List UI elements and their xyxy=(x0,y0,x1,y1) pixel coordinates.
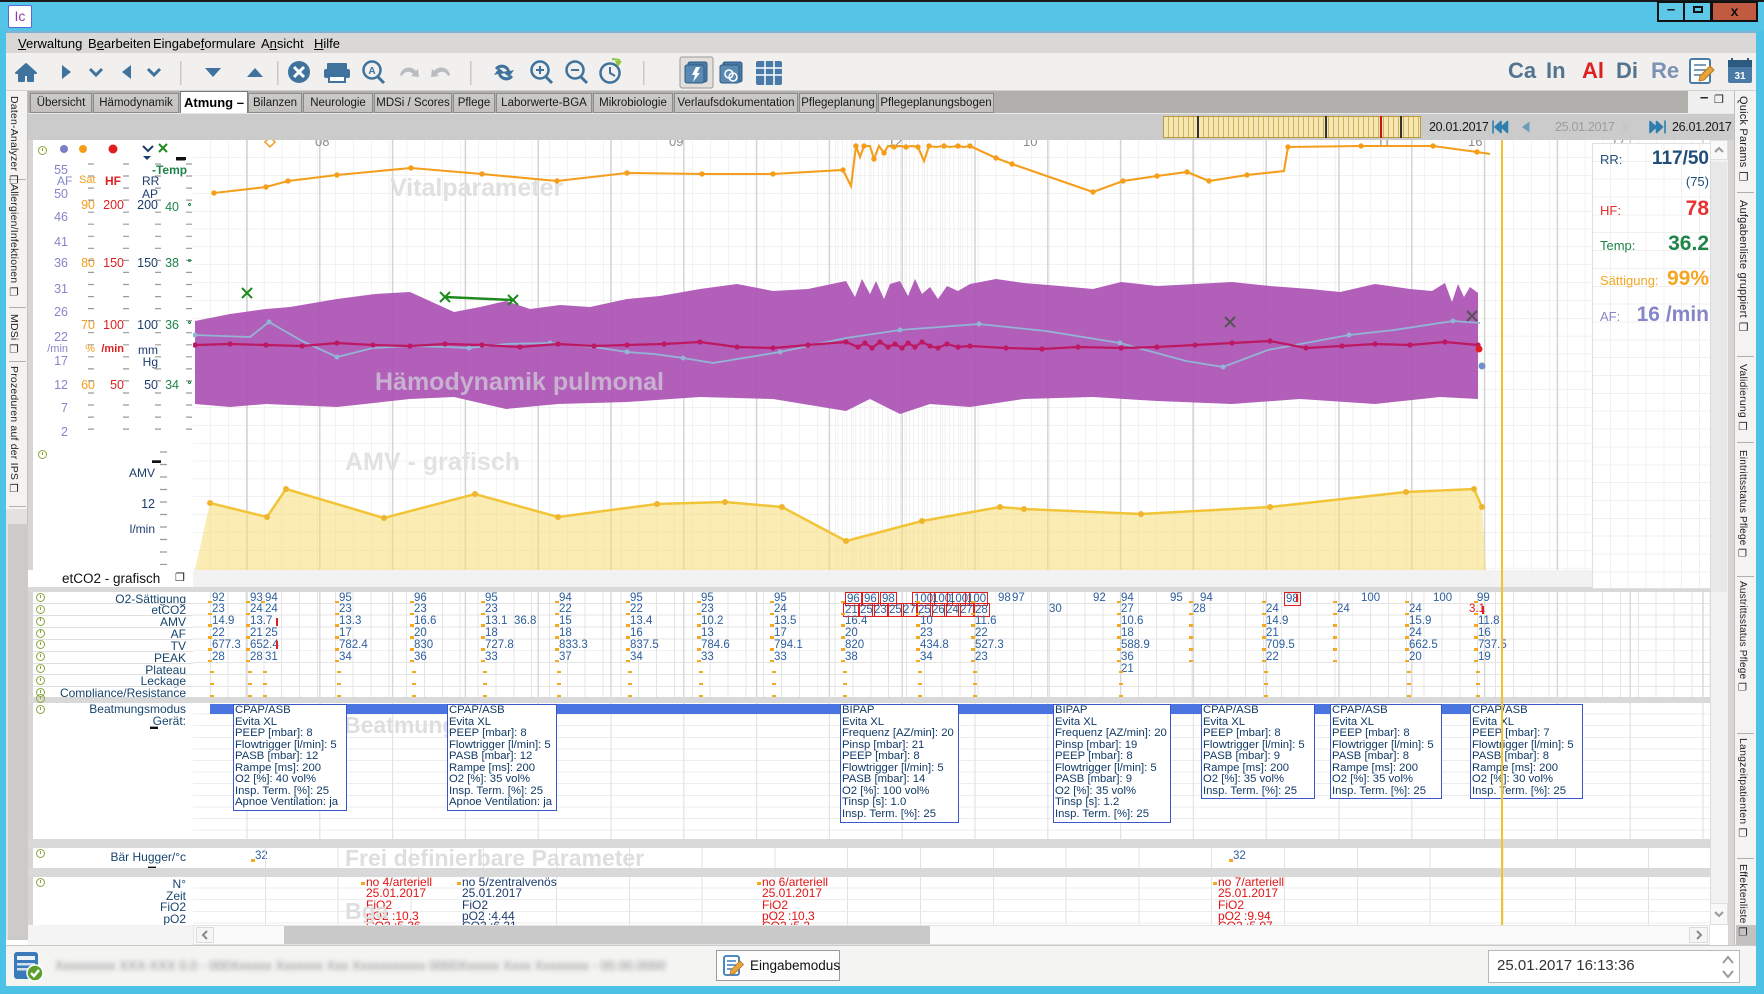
svg-text:Hämodynamik pulmonal: Hämodynamik pulmonal xyxy=(375,368,664,396)
svg-text:11: 11 xyxy=(1377,140,1391,149)
svg-text:AMV - grafisch: AMV - grafisch xyxy=(345,448,520,476)
svg-text:A: A xyxy=(368,66,375,77)
svg-text:08: 08 xyxy=(315,140,329,149)
svg-text:16: 16 xyxy=(1468,140,1482,149)
svg-text:09: 09 xyxy=(669,140,683,149)
svg-text:10: 10 xyxy=(1023,140,1037,149)
svg-text:31: 31 xyxy=(1734,71,1746,82)
